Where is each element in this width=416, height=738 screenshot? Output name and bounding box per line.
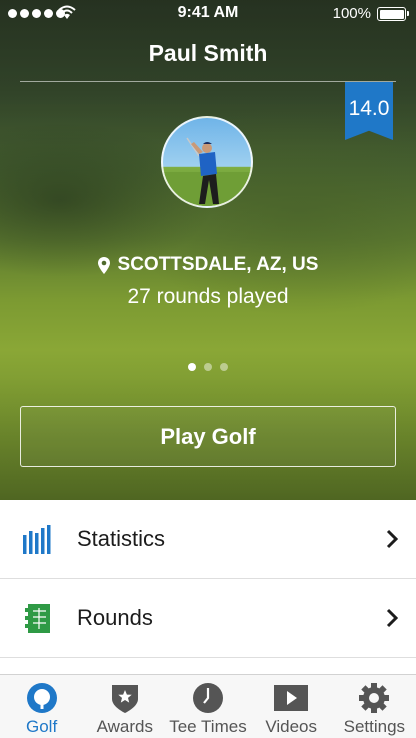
scorecard-icon [25,604,50,633]
tab-label: Settings [343,717,406,736]
tab-golf[interactable]: Golf [0,675,83,738]
menu-item-label: Statistics [77,526,166,551]
menu-item-rounds[interactable]: Rounds [0,579,416,658]
golfer-photo [163,137,251,206]
chevron-right-icon [386,608,398,628]
player-name: Paul Smith [148,40,268,66]
tab-videos[interactable]: Videos [250,675,333,738]
tab-awards[interactable]: Awards [83,675,166,738]
chevron-right-icon [386,529,398,549]
page-dot-3[interactable] [220,363,228,371]
tab-label: Awards [96,717,153,736]
page-dot-2[interactable] [204,363,212,371]
play-golf-button[interactable]: Play Golf [20,406,396,467]
gear-icon [359,683,390,713]
battery-icon [377,7,409,21]
rounds-played: 27 rounds played [127,285,289,308]
location-pin-icon [97,256,110,274]
menu-item-statistics[interactable]: Statistics [0,500,416,579]
header-divider [20,81,396,82]
location-text: SCOTTSDALE, AZ, US [117,254,319,275]
tab-label: Videos [265,717,317,736]
menu-item-label: Rounds [77,605,153,630]
tab-settings[interactable]: Settings [333,675,416,738]
tab-label: Tee Times [169,717,247,736]
page-indicator[interactable] [0,363,416,371]
tab-label: Golf [26,717,58,736]
golf-ball-icon [26,683,57,713]
avatar[interactable] [161,116,253,208]
handicap-badge: 14.0 [345,82,393,140]
clock-icon [192,683,223,713]
page-dot-1[interactable] [188,363,196,371]
award-shield-icon [111,685,138,713]
tab-bar: Golf Awards Tee Times Videos Settings [0,674,416,738]
play-icon [274,685,309,711]
location: SCOTTSDALE, AZ, US [0,254,416,276]
status-bar: 9:41 AM 100% [0,0,416,28]
bar-chart-icon [23,525,51,554]
tab-tee-times[interactable]: Tee Times [166,675,249,738]
profile-hero: 9:41 AM 100% Paul Smith 14.0 SCOTTSDALE,… [0,0,416,500]
battery-percent: 100% [332,5,371,22]
profile-menu: Statistics Rounds [0,500,416,658]
